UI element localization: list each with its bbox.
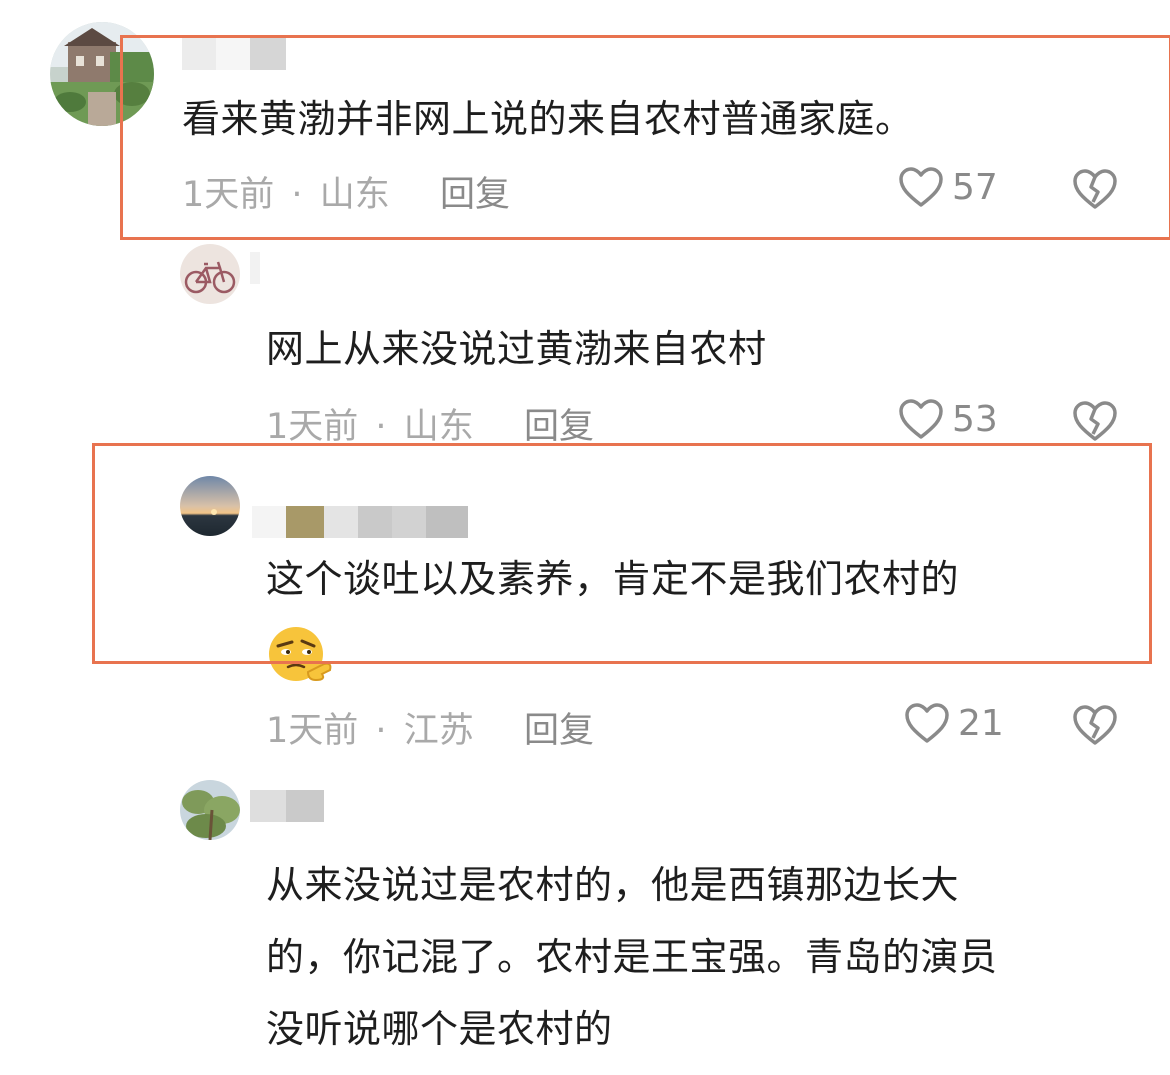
like-count: 57 [952,166,998,208]
comment-time: 1天前 [266,711,359,751]
meta-separator: · [375,407,387,447]
heart-outline-icon [905,703,949,743]
broken-heart-icon [1073,705,1117,745]
like-button[interactable]: 21 [904,702,1004,744]
comment-text: 看来黄渤并非网上说的来自农村普通家庭。 [182,97,914,141]
reply-button[interactable]: 回复 [440,166,510,217]
comment-meta: 1天前 · 山东 [182,166,390,217]
broken-heart-icon [1073,169,1117,209]
dislike-button[interactable] [1072,168,1118,214]
comment-text: 网上从来没说过黄渤来自农村 [266,327,767,371]
comment-meta: 1天前 · 山东 [266,398,474,449]
avatar[interactable] [180,476,240,536]
comment-text-line: 从来没说过是农村的，他是西镇那边长大 [266,863,960,907]
username-redacted[interactable] [252,506,468,538]
heart-outline-icon [899,399,943,439]
like-button[interactable]: 53 [898,398,998,440]
reply-button[interactable]: 回复 [524,398,594,449]
comment-location: 山东 [319,175,390,215]
thinking-emoji [266,622,336,682]
comment-meta: 1天前 · 江苏 [266,702,474,753]
comment-text-line: 没听说哪个是农村的 [266,1007,613,1051]
dislike-button[interactable] [1072,704,1118,750]
username-redacted[interactable] [250,252,260,284]
heart-outline-icon [899,167,943,207]
broken-heart-icon [1073,401,1117,441]
like-count: 21 [958,702,1004,744]
comment-text: 这个谈吐以及素养，肯定不是我们农村的 [266,557,960,601]
avatar[interactable] [50,22,154,126]
like-count: 53 [952,398,998,440]
meta-separator: · [375,711,387,751]
like-button[interactable]: 57 [898,166,998,208]
comment-text-line: 的，你记混了。农村是王宝强。青岛的演员 [266,935,998,979]
username-redacted[interactable] [250,790,324,822]
username-redacted[interactable] [182,38,286,70]
dislike-button[interactable] [1072,400,1118,446]
comment-time: 1天前 [266,407,359,447]
avatar[interactable] [180,780,240,840]
comment-time: 1天前 [182,175,275,215]
comment-location: 江苏 [403,711,474,751]
meta-separator: · [291,175,303,215]
avatar[interactable] [180,244,240,304]
comment-location: 山东 [403,407,474,447]
reply-button[interactable]: 回复 [524,702,594,753]
